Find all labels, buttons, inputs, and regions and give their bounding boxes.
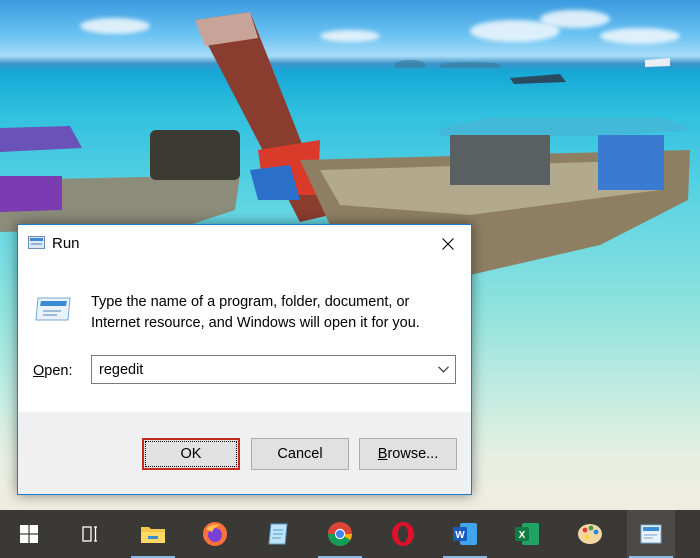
run-program-icon (35, 297, 71, 321)
ok-button[interactable]: OK (142, 438, 240, 470)
taskbar-chrome[interactable] (316, 510, 364, 558)
svg-text:X: X (519, 530, 526, 541)
open-combobox[interactable] (91, 355, 456, 384)
taskbar: W X (0, 510, 700, 558)
taskbar-excel[interactable]: X (503, 510, 551, 558)
title-bar[interactable]: Run (18, 225, 471, 262)
dialog-content: Type the name of a program, folder, docu… (18, 262, 471, 412)
folder-icon (141, 527, 165, 543)
taskbar-word[interactable]: W (441, 510, 489, 558)
dropdown-arrow-button[interactable] (431, 356, 455, 383)
task-view-icon (82, 526, 97, 542)
open-label: Open: (33, 363, 73, 379)
excel-icon: X (515, 523, 539, 545)
run-icon (640, 524, 662, 544)
dialog-title: Run (52, 235, 80, 252)
open-input[interactable] (92, 356, 429, 383)
browse-button[interactable]: Browse... (359, 438, 457, 470)
taskbar-file-explorer[interactable] (129, 510, 177, 558)
taskbar-notepad[interactable] (254, 510, 302, 558)
taskbar-run[interactable] (627, 510, 675, 558)
svg-text:W: W (455, 530, 465, 541)
close-icon (442, 237, 454, 250)
cancel-button[interactable]: Cancel (251, 438, 349, 470)
firefox-icon (203, 522, 227, 546)
windows-logo-icon (20, 525, 38, 543)
taskbar-opera[interactable] (379, 510, 427, 558)
opera-icon (392, 522, 414, 546)
start-button[interactable] (5, 510, 53, 558)
taskbar-firefox[interactable] (191, 510, 239, 558)
chrome-icon (327, 522, 352, 547)
dialog-description: Type the name of a program, folder, docu… (91, 294, 420, 331)
run-icon (28, 236, 45, 249)
word-icon: W (453, 523, 477, 545)
taskbar-paint[interactable] (566, 510, 614, 558)
run-dialog: Run Type the name of a program, folder, … (17, 224, 472, 495)
close-button[interactable] (425, 225, 471, 262)
paint-icon (578, 524, 602, 544)
notepad-icon (268, 523, 288, 545)
chevron-down-icon (437, 366, 449, 373)
task-view-button[interactable] (66, 510, 114, 558)
